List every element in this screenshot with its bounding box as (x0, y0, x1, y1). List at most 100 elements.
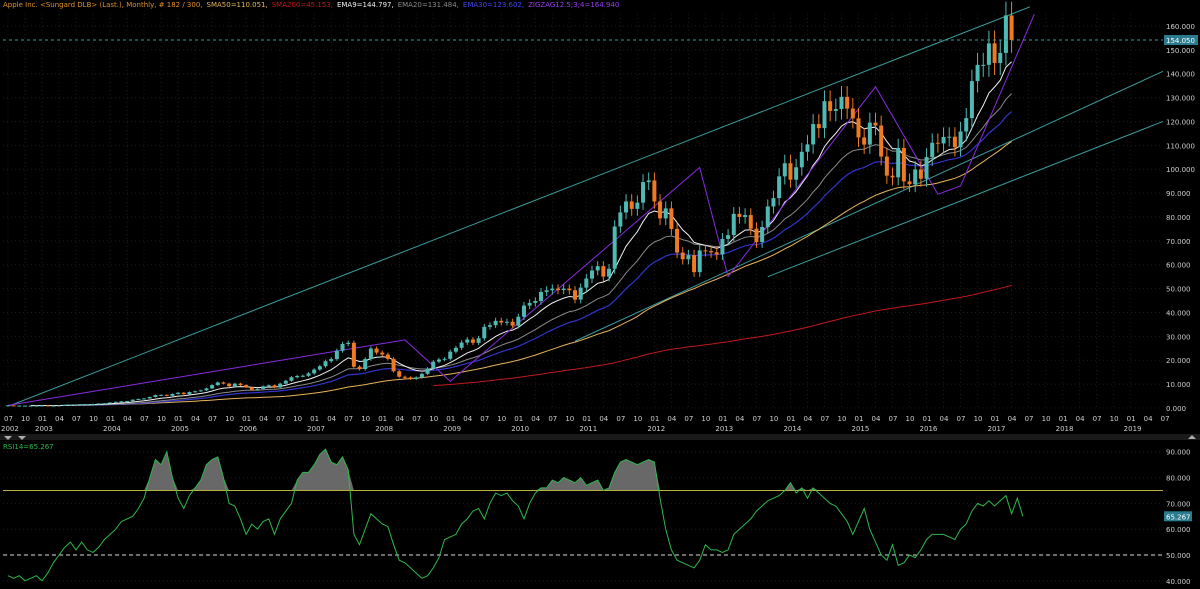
header-sma200: SMA200=45.153, (271, 1, 333, 9)
candle-body (833, 109, 838, 111)
candle-body (816, 124, 821, 129)
candle-body (760, 226, 765, 243)
price-tick-label: 110.000 (1166, 142, 1195, 150)
candle-body (709, 251, 714, 253)
month-tick-label: 04 (803, 415, 812, 423)
header-zigzag: ZIGZAG12.5;3;4=164.940 (528, 1, 620, 9)
candle-body (584, 278, 589, 288)
candle-body (289, 377, 294, 381)
month-tick-label: 01 (106, 415, 115, 423)
month-tick-label: 10 (633, 415, 642, 423)
candle-body (425, 368, 430, 374)
month-tick-label: 04 (327, 415, 336, 423)
month-tick-label: 01 (650, 415, 659, 423)
month-tick-label: 04 (1076, 415, 1085, 423)
candle-body (391, 358, 396, 372)
candle-body (102, 403, 107, 405)
chart-window: 154.050 160.000 150.000 140.000 130.000 120.… (0, 0, 1200, 589)
candle-body (397, 371, 402, 377)
candle-body (901, 147, 906, 182)
candle-body (658, 201, 663, 219)
year-label: 2002 (1, 425, 19, 433)
candle-body (612, 226, 617, 269)
candle-body (227, 383, 232, 387)
month-tick-label: 07 (1161, 415, 1170, 423)
candle-body (567, 288, 572, 291)
candle-body (692, 255, 697, 273)
month-tick-label: 10 (769, 415, 778, 423)
month-tick-label: 04 (123, 415, 132, 423)
candle-body (317, 366, 322, 370)
candle-body (720, 238, 725, 255)
candle-body (516, 316, 521, 326)
month-tick-label: 04 (735, 415, 744, 423)
candle-body (663, 208, 668, 219)
month-tick-label: 07 (72, 415, 81, 423)
month-tick-label: 07 (276, 415, 285, 423)
candle-body (986, 43, 991, 65)
month-tick-label: 01 (1127, 415, 1136, 423)
candle-body (850, 108, 855, 119)
price-tick-label: 120.000 (1166, 118, 1195, 126)
month-tick-label: 01 (514, 415, 523, 423)
rsi-tick-label: 80.000 (1166, 475, 1191, 483)
candle-body (159, 394, 164, 396)
candle-body (249, 387, 254, 390)
candle-body (839, 96, 844, 110)
month-tick-label: 01 (242, 415, 251, 423)
chart-canvas[interactable]: 154.050 160.000 150.000 140.000 130.000 120.… (0, 0, 1200, 589)
candle-body (499, 320, 504, 323)
year-label: 2017 (988, 425, 1006, 433)
candle-body (164, 394, 169, 396)
candle-body (187, 392, 192, 395)
candle-body (890, 175, 895, 178)
candle-body (312, 369, 317, 374)
year-label: 2007 (307, 425, 325, 433)
candle-body (283, 380, 288, 384)
month-tick-label: 01 (378, 415, 387, 423)
candle-body (646, 180, 651, 183)
candle-body (845, 96, 850, 109)
candle-body (544, 290, 549, 292)
candle-body (221, 382, 226, 384)
month-tick-label: 01 (310, 415, 319, 423)
candle-body (204, 388, 209, 391)
price-tick-label: 60.000 (1166, 262, 1191, 270)
candle-body (261, 386, 266, 389)
candle-body (119, 401, 124, 403)
candle-body (363, 359, 368, 370)
month-tick-label: 07 (208, 415, 217, 423)
candle-body (743, 215, 748, 217)
year-label: 2009 (443, 425, 461, 433)
candle-body (788, 163, 793, 180)
candle-body (629, 201, 634, 209)
candle-body (765, 206, 770, 227)
year-label: 2005 (171, 425, 189, 433)
price-tick-label: 160.000 (1166, 23, 1195, 31)
candle-body (153, 395, 158, 398)
month-tick-label: 01 (991, 415, 1000, 423)
candle-body (91, 403, 96, 405)
candle-body (879, 125, 884, 157)
candle-body (408, 377, 413, 379)
candle-body (414, 377, 419, 379)
rsi-tick-label: 90.000 (1166, 449, 1191, 457)
candle-body (334, 350, 339, 360)
year-label: 2015 (852, 425, 870, 433)
month-tick-label: 07 (140, 415, 149, 423)
month-tick-label: 07 (548, 415, 557, 423)
month-tick-label: 01 (446, 415, 455, 423)
candle-body (782, 163, 787, 177)
candle-body (527, 302, 532, 306)
candle-body (601, 266, 606, 277)
month-tick-label: 07 (616, 415, 625, 423)
month-tick-label: 04 (463, 415, 472, 423)
month-tick-label: 01 (582, 415, 591, 423)
candle-body (675, 228, 680, 253)
rsi-tick-label: 70.000 (1166, 500, 1191, 508)
month-tick-label: 07 (752, 415, 761, 423)
candle-body (969, 81, 974, 119)
month-tick-label: 07 (820, 415, 829, 423)
candle-body (533, 301, 538, 303)
candle-body (431, 361, 436, 369)
